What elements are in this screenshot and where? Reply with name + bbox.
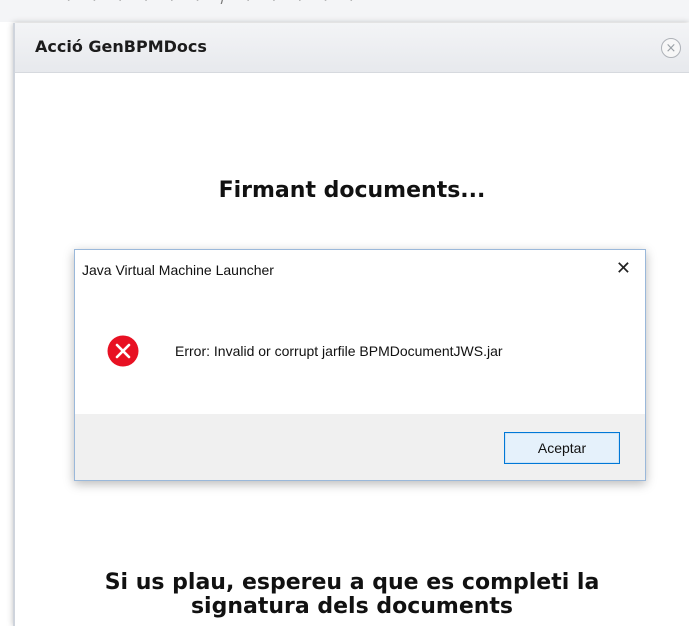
page-heading: Firmant documents... xyxy=(218,178,486,203)
close-icon[interactable]: ✕ xyxy=(616,260,631,278)
error-message: Error: Invalid or corrupt jarfile BPMDoc… xyxy=(175,343,503,359)
wait-message-line-2: signatura dels documents xyxy=(190,594,514,619)
jvm-title: Java Virtual Machine Launcher xyxy=(82,262,274,278)
error-icon xyxy=(107,335,139,367)
ok-button[interactable]: Aceptar xyxy=(504,432,620,464)
background-cropped-text: · · · · · · / · · · · · xyxy=(66,0,362,9)
app-title: Acció GenBPMDocs xyxy=(35,37,207,56)
background-page-strip: · · · · · · / · · · · · xyxy=(0,0,689,22)
app-titlebar: Acció GenBPMDocs × xyxy=(15,23,689,73)
jvm-footer: Aceptar xyxy=(75,414,645,480)
jvm-titlebar: Java Virtual Machine Launcher ✕ xyxy=(75,250,645,290)
close-icon[interactable]: × xyxy=(661,38,681,58)
wait-message-line-1: Si us plau, espereu a que es completi la xyxy=(104,570,600,595)
wait-message: Si us plau, espereu a que es completi la… xyxy=(15,571,689,619)
jvm-body: Error: Invalid or corrupt jarfile BPMDoc… xyxy=(75,290,645,416)
jvm-error-dialog: Java Virtual Machine Launcher ✕ Error: I… xyxy=(74,249,646,481)
